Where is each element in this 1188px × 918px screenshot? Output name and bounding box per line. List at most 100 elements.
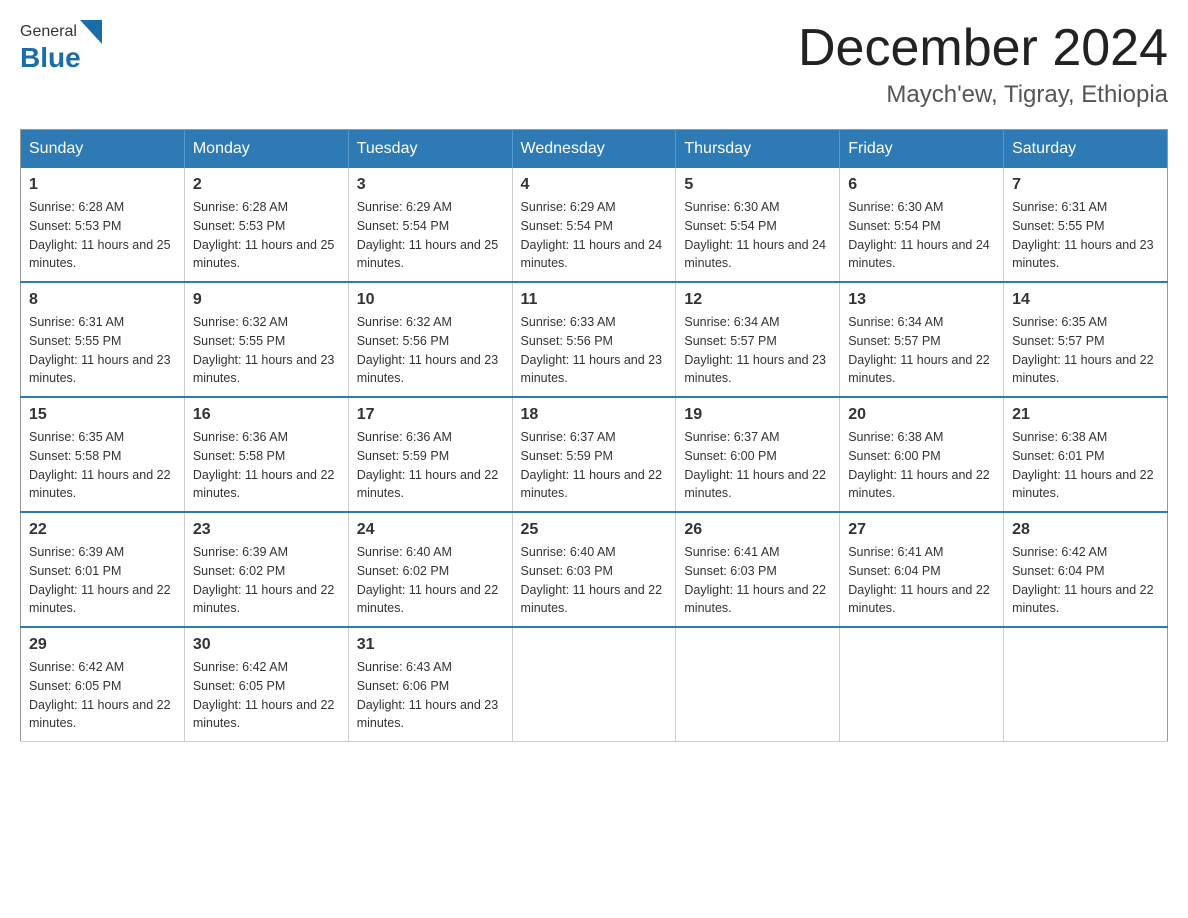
day-info: Sunrise: 6:31 AMSunset: 5:55 PMDaylight:… (29, 313, 176, 388)
logo-arrow-icon (80, 20, 102, 44)
calendar-cell: 17 Sunrise: 6:36 AMSunset: 5:59 PMDayligh… (348, 397, 512, 512)
calendar-cell: 12 Sunrise: 6:34 AMSunset: 5:57 PMDayligh… (676, 282, 840, 397)
column-header-tuesday: Tuesday (348, 130, 512, 169)
calendar-cell: 21Sunrise: 6:38 AMSunset: 6:01 PMDayligh… (1004, 397, 1168, 512)
day-info: Sunrise: 6:30 AMSunset: 5:54 PMDaylight:… (684, 198, 831, 273)
day-number: 1 (29, 176, 176, 194)
day-number: 22 (29, 521, 176, 539)
calendar-table: SundayMondayTuesdayWednesdayThursdayFrid… (20, 129, 1168, 742)
calendar-cell: 29 Sunrise: 6:42 AMSunset: 6:05 PMDayligh… (21, 627, 185, 742)
day-info: Sunrise: 6:42 AMSunset: 6:04 PMDaylight:… (1012, 543, 1159, 618)
day-number: 23 (193, 521, 340, 539)
day-number: 7 (1012, 176, 1159, 194)
day-info: Sunrise: 6:29 AMSunset: 5:54 PMDaylight:… (521, 198, 668, 273)
calendar-header-row: SundayMondayTuesdayWednesdayThursdayFrid… (21, 130, 1168, 169)
day-info: Sunrise: 6:32 AMSunset: 5:55 PMDaylight:… (193, 313, 340, 388)
logo-general-text: General (20, 23, 77, 41)
day-number: 27 (848, 521, 995, 539)
day-number: 12 (684, 291, 831, 309)
logo-blue-text: Blue (20, 44, 81, 72)
calendar-week-row: 15Sunrise: 6:35 AMSunset: 5:58 PMDayligh… (21, 397, 1168, 512)
day-info: Sunrise: 6:38 AMSunset: 6:01 PMDaylight:… (1012, 428, 1159, 503)
column-header-thursday: Thursday (676, 130, 840, 169)
calendar-cell: 26 Sunrise: 6:41 AMSunset: 6:03 PMDayligh… (676, 512, 840, 627)
calendar-cell: 9Sunrise: 6:32 AMSunset: 5:55 PMDaylight… (184, 282, 348, 397)
day-number: 8 (29, 291, 176, 309)
day-number: 26 (684, 521, 831, 539)
calendar-week-row: 8 Sunrise: 6:31 AMSunset: 5:55 PMDaylight… (21, 282, 1168, 397)
day-number: 5 (684, 176, 831, 194)
day-info: Sunrise: 6:36 AMSunset: 5:59 PMDaylight:… (357, 428, 504, 503)
day-info: Sunrise: 6:28 AMSunset: 5:53 PMDaylight:… (193, 198, 340, 273)
page-header: General Blue December 2024 Maych'ew, Tig… (20, 20, 1168, 109)
day-number: 20 (848, 406, 995, 424)
day-number: 18 (521, 406, 668, 424)
calendar-cell: 8 Sunrise: 6:31 AMSunset: 5:55 PMDaylight… (21, 282, 185, 397)
calendar-cell: 30Sunrise: 6:42 AMSunset: 6:05 PMDayligh… (184, 627, 348, 742)
calendar-cell: 7 Sunrise: 6:31 AMSunset: 5:55 PMDaylight… (1004, 168, 1168, 282)
day-number: 3 (357, 176, 504, 194)
day-number: 4 (521, 176, 668, 194)
day-info: Sunrise: 6:31 AMSunset: 5:55 PMDaylight:… (1012, 198, 1159, 273)
day-info: Sunrise: 6:41 AMSunset: 6:04 PMDaylight:… (848, 543, 995, 618)
calendar-cell: 3 Sunrise: 6:29 AMSunset: 5:54 PMDaylight… (348, 168, 512, 282)
calendar-cell: 31 Sunrise: 6:43 AMSunset: 6:06 PMDayligh… (348, 627, 512, 742)
day-info: Sunrise: 6:35 AMSunset: 5:57 PMDaylight:… (1012, 313, 1159, 388)
day-number: 16 (193, 406, 340, 424)
calendar-cell: 11 Sunrise: 6:33 AMSunset: 5:56 PMDayligh… (512, 282, 676, 397)
calendar-cell: 6Sunrise: 6:30 AMSunset: 5:54 PMDaylight… (840, 168, 1004, 282)
day-info: Sunrise: 6:40 AMSunset: 6:03 PMDaylight:… (521, 543, 668, 618)
day-number: 10 (357, 291, 504, 309)
calendar-cell: 2 Sunrise: 6:28 AMSunset: 5:53 PMDaylight… (184, 168, 348, 282)
calendar-cell: 1 Sunrise: 6:28 AMSunset: 5:53 PMDaylight… (21, 168, 185, 282)
day-info: Sunrise: 6:41 AMSunset: 6:03 PMDaylight:… (684, 543, 831, 618)
calendar-cell: 13 Sunrise: 6:34 AMSunset: 5:57 PMDayligh… (840, 282, 1004, 397)
day-info: Sunrise: 6:39 AMSunset: 6:01 PMDaylight:… (29, 543, 176, 618)
calendar-cell: 20 Sunrise: 6:38 AMSunset: 6:00 PMDayligh… (840, 397, 1004, 512)
day-info: Sunrise: 6:33 AMSunset: 5:56 PMDaylight:… (521, 313, 668, 388)
day-number: 2 (193, 176, 340, 194)
column-header-saturday: Saturday (1004, 130, 1168, 169)
calendar-cell: 18Sunrise: 6:37 AMSunset: 5:59 PMDayligh… (512, 397, 676, 512)
logo: General Blue (20, 20, 102, 72)
day-info: Sunrise: 6:43 AMSunset: 6:06 PMDaylight:… (357, 658, 504, 733)
day-number: 25 (521, 521, 668, 539)
calendar-cell: 25 Sunrise: 6:40 AMSunset: 6:03 PMDayligh… (512, 512, 676, 627)
calendar-cell: 28 Sunrise: 6:42 AMSunset: 6:04 PMDayligh… (1004, 512, 1168, 627)
day-info: Sunrise: 6:39 AMSunset: 6:02 PMDaylight:… (193, 543, 340, 618)
day-number: 11 (521, 291, 668, 309)
day-number: 13 (848, 291, 995, 309)
title-section: December 2024 Maych'ew, Tigray, Ethiopia (798, 20, 1168, 109)
calendar-week-row: 1 Sunrise: 6:28 AMSunset: 5:53 PMDaylight… (21, 168, 1168, 282)
day-number: 17 (357, 406, 504, 424)
calendar-cell (512, 627, 676, 742)
day-info: Sunrise: 6:28 AMSunset: 5:53 PMDaylight:… (29, 198, 176, 273)
day-info: Sunrise: 6:29 AMSunset: 5:54 PMDaylight:… (357, 198, 504, 273)
day-info: Sunrise: 6:42 AMSunset: 6:05 PMDaylight:… (29, 658, 176, 733)
day-number: 14 (1012, 291, 1159, 309)
day-number: 29 (29, 636, 176, 654)
calendar-cell (840, 627, 1004, 742)
column-header-monday: Monday (184, 130, 348, 169)
day-info: Sunrise: 6:34 AMSunset: 5:57 PMDaylight:… (684, 313, 831, 388)
day-number: 31 (357, 636, 504, 654)
location-subtitle: Maych'ew, Tigray, Ethiopia (798, 81, 1168, 109)
day-number: 28 (1012, 521, 1159, 539)
calendar-cell: 10Sunrise: 6:32 AMSunset: 5:56 PMDayligh… (348, 282, 512, 397)
calendar-cell: 14 Sunrise: 6:35 AMSunset: 5:57 PMDayligh… (1004, 282, 1168, 397)
calendar-cell: 16Sunrise: 6:36 AMSunset: 5:58 PMDayligh… (184, 397, 348, 512)
calendar-cell (676, 627, 840, 742)
column-header-sunday: Sunday (21, 130, 185, 169)
column-header-wednesday: Wednesday (512, 130, 676, 169)
day-info: Sunrise: 6:30 AMSunset: 5:54 PMDaylight:… (848, 198, 995, 273)
day-number: 24 (357, 521, 504, 539)
calendar-cell: 22 Sunrise: 6:39 AMSunset: 6:01 PMDayligh… (21, 512, 185, 627)
day-info: Sunrise: 6:42 AMSunset: 6:05 PMDaylight:… (193, 658, 340, 733)
day-info: Sunrise: 6:38 AMSunset: 6:00 PMDaylight:… (848, 428, 995, 503)
calendar-cell: 5 Sunrise: 6:30 AMSunset: 5:54 PMDaylight… (676, 168, 840, 282)
day-info: Sunrise: 6:34 AMSunset: 5:57 PMDaylight:… (848, 313, 995, 388)
calendar-cell: 19Sunrise: 6:37 AMSunset: 6:00 PMDayligh… (676, 397, 840, 512)
day-number: 19 (684, 406, 831, 424)
logo-line1: General (20, 20, 102, 44)
calendar-week-row: 29 Sunrise: 6:42 AMSunset: 6:05 PMDayligh… (21, 627, 1168, 742)
